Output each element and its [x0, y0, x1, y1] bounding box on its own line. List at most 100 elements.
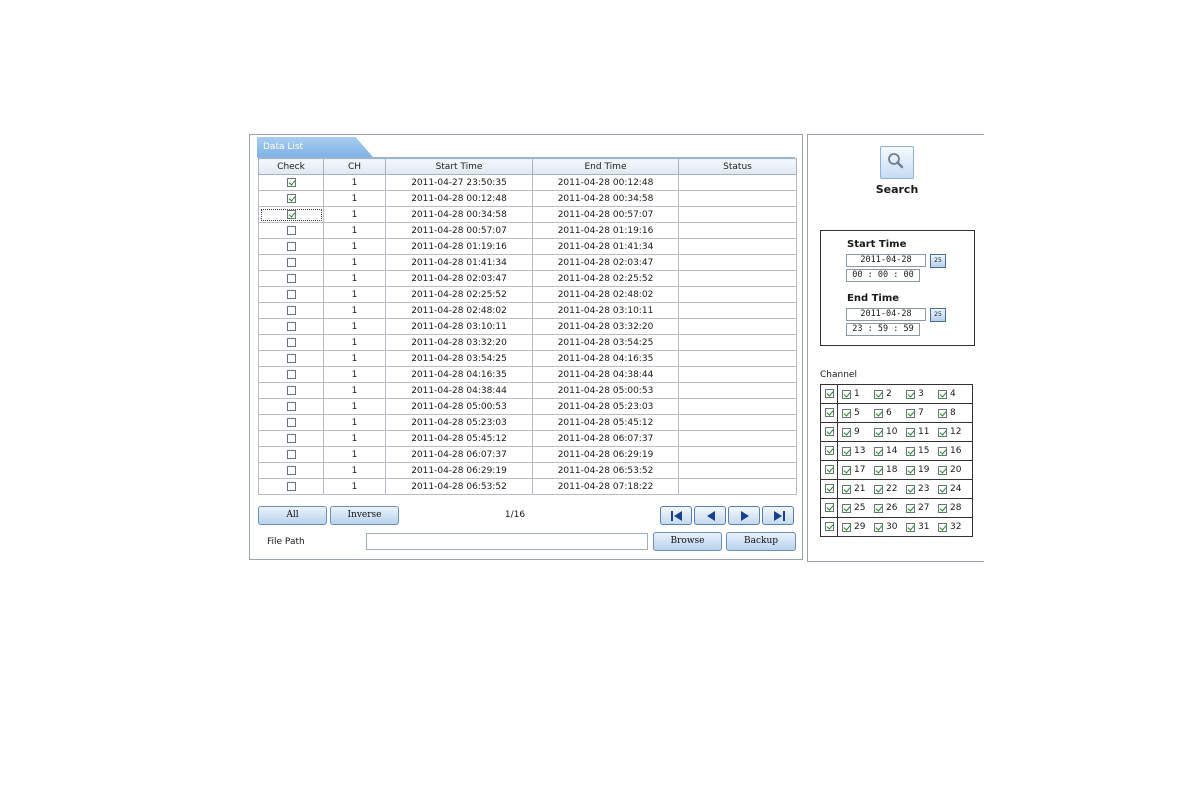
channel-item[interactable]: 17: [842, 465, 874, 475]
table-row[interactable]: 1 2011-04-28 03:32:20 2011-04-28 03:54:25: [258, 334, 797, 351]
row-checkbox[interactable]: [286, 321, 296, 331]
channel-checkbox[interactable]: [906, 522, 915, 532]
inverse-selection-button[interactable]: Inverse: [330, 506, 399, 525]
channel-checkbox[interactable]: [906, 408, 915, 418]
tab-data-list[interactable]: Data List: [257, 137, 373, 157]
table-row[interactable]: 1 2011-04-28 04:38:44 2011-04-28 05:00:53: [258, 382, 797, 399]
channel-checkbox[interactable]: [938, 522, 947, 532]
channel-checkbox[interactable]: [842, 446, 851, 456]
row-checkbox[interactable]: [286, 353, 296, 363]
row-checkbox[interactable]: [286, 337, 296, 347]
channel-row-checkbox[interactable]: [824, 522, 834, 531]
row-check-cell[interactable]: [258, 190, 324, 207]
row-checkbox[interactable]: [286, 177, 296, 187]
table-row[interactable]: 1 2011-04-28 02:25:52 2011-04-28 02:48:02: [258, 286, 797, 303]
channel-item[interactable]: 4: [938, 389, 970, 399]
row-check-cell[interactable]: [258, 446, 324, 463]
channel-item[interactable]: 1: [842, 389, 874, 399]
channel-checkbox[interactable]: [842, 427, 851, 437]
channel-checkbox[interactable]: [938, 503, 947, 513]
row-checkbox[interactable]: [286, 273, 296, 283]
table-row[interactable]: 1 2011-04-27 23:50:35 2011-04-28 00:12:48: [258, 174, 797, 191]
channel-checkbox[interactable]: [842, 408, 851, 418]
row-check-cell[interactable]: [258, 302, 324, 319]
table-row[interactable]: 1 2011-04-28 06:07:37 2011-04-28 06:29:19: [258, 446, 797, 463]
channel-item[interactable]: 12: [938, 427, 970, 437]
table-row[interactable]: 1 2011-04-28 05:23:03 2011-04-28 05:45:12: [258, 414, 797, 431]
column-header-start-time[interactable]: Start Time: [385, 158, 533, 175]
channel-item[interactable]: 19: [906, 465, 938, 475]
channel-checkbox[interactable]: [938, 446, 947, 456]
channel-checkbox[interactable]: [842, 389, 851, 399]
channel-item[interactable]: 29: [842, 522, 874, 532]
row-check-cell[interactable]: [258, 334, 324, 351]
channel-row-toggle[interactable]: [820, 460, 838, 480]
channel-row-toggle[interactable]: [820, 422, 838, 442]
table-row[interactable]: 1 2011-04-28 04:16:35 2011-04-28 04:38:44: [258, 366, 797, 383]
channel-checkbox[interactable]: [938, 408, 947, 418]
prev-page-button[interactable]: [694, 506, 726, 525]
table-row[interactable]: 1 2011-04-28 03:54:25 2011-04-28 04:16:35: [258, 350, 797, 367]
row-check-cell[interactable]: [258, 478, 324, 495]
channel-row-toggle[interactable]: [820, 403, 838, 423]
end-calendar-button[interactable]: 25: [930, 308, 946, 322]
row-checkbox[interactable]: [286, 465, 296, 475]
row-check-cell[interactable]: [258, 286, 324, 303]
channel-checkbox[interactable]: [906, 465, 915, 475]
table-row[interactable]: 1 2011-04-28 00:34:58 2011-04-28 00:57:07: [258, 206, 797, 223]
table-row[interactable]: 1 2011-04-28 02:48:02 2011-04-28 03:10:11: [258, 302, 797, 319]
first-page-button[interactable]: [660, 506, 692, 525]
channel-item[interactable]: 32: [938, 522, 970, 532]
channel-item[interactable]: 3: [906, 389, 938, 399]
channel-checkbox[interactable]: [874, 408, 883, 418]
browse-button[interactable]: Browse: [653, 532, 722, 551]
channel-row-toggle[interactable]: [820, 384, 838, 404]
channel-checkbox[interactable]: [874, 465, 883, 475]
column-header-check[interactable]: Check: [258, 158, 324, 175]
channel-checkbox[interactable]: [874, 446, 883, 456]
row-checkbox[interactable]: [286, 305, 296, 315]
end-date-field[interactable]: 2011-04-28: [846, 308, 926, 321]
backup-button[interactable]: Backup: [726, 532, 796, 551]
row-checkbox[interactable]: [286, 209, 296, 219]
channel-item[interactable]: 13: [842, 446, 874, 456]
channel-row-checkbox[interactable]: [824, 503, 834, 512]
channel-checkbox[interactable]: [906, 503, 915, 513]
column-header-status[interactable]: Status: [678, 158, 797, 175]
select-all-button[interactable]: All: [258, 506, 327, 525]
row-checkbox[interactable]: [286, 225, 296, 235]
search-button[interactable]: [880, 146, 914, 179]
row-check-cell[interactable]: [258, 430, 324, 447]
channel-checkbox[interactable]: [842, 465, 851, 475]
channel-checkbox[interactable]: [874, 484, 883, 494]
end-time-field[interactable]: 23 : 59 : 59: [846, 323, 920, 336]
channel-item[interactable]: 26: [874, 503, 906, 513]
row-check-cell[interactable]: [258, 222, 324, 239]
channel-row-toggle[interactable]: [820, 498, 838, 518]
channel-row-toggle[interactable]: [820, 517, 838, 537]
channel-item[interactable]: 28: [938, 503, 970, 513]
channel-item[interactable]: 5: [842, 408, 874, 418]
row-check-cell[interactable]: [258, 254, 324, 271]
start-date-field[interactable]: 2011-04-28: [846, 254, 926, 267]
channel-item[interactable]: 11: [906, 427, 938, 437]
row-check-cell[interactable]: [258, 414, 324, 431]
row-checkbox[interactable]: [286, 433, 296, 443]
row-checkbox[interactable]: [286, 481, 296, 491]
row-checkbox[interactable]: [286, 289, 296, 299]
channel-item[interactable]: 20: [938, 465, 970, 475]
channel-item[interactable]: 14: [874, 446, 906, 456]
table-row[interactable]: 1 2011-04-28 03:10:11 2011-04-28 03:32:20: [258, 318, 797, 335]
channel-item[interactable]: 22: [874, 484, 906, 494]
start-time-field[interactable]: 00 : 00 : 00: [846, 269, 920, 282]
channel-checkbox[interactable]: [874, 427, 883, 437]
row-checkbox[interactable]: [286, 241, 296, 251]
channel-item[interactable]: 6: [874, 408, 906, 418]
channel-checkbox[interactable]: [874, 389, 883, 399]
channel-item[interactable]: 9: [842, 427, 874, 437]
row-checkbox[interactable]: [286, 449, 296, 459]
row-check-cell[interactable]: [258, 174, 324, 191]
channel-checkbox[interactable]: [906, 484, 915, 494]
channel-item[interactable]: 10: [874, 427, 906, 437]
channel-checkbox[interactable]: [938, 389, 947, 399]
